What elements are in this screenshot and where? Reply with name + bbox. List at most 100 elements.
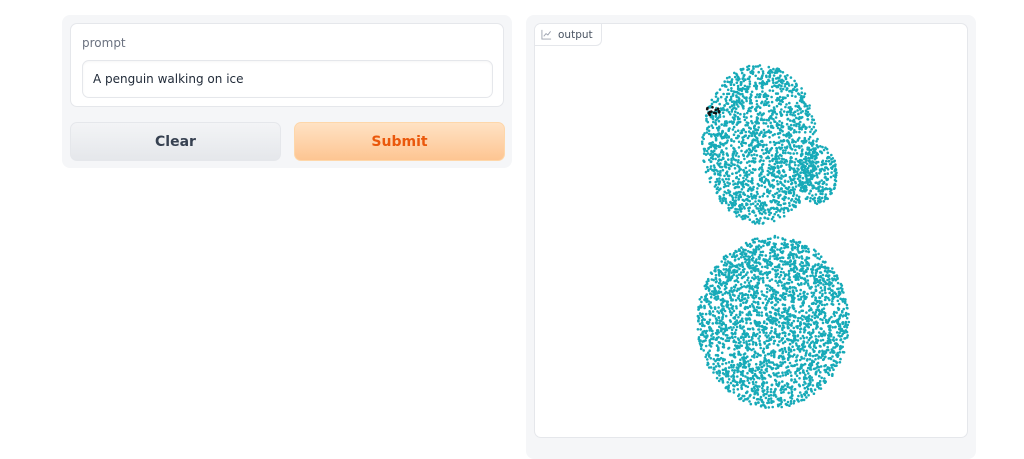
cloud-point	[732, 322, 735, 326]
cloud-point	[746, 379, 749, 382]
cloud-point	[756, 128, 760, 132]
prompt-input[interactable]	[82, 60, 493, 98]
cloud-point	[819, 327, 822, 330]
cloud-point	[727, 184, 730, 188]
submit-button[interactable]: Submit	[294, 122, 505, 161]
cloud-point	[778, 176, 782, 180]
cloud-point	[720, 201, 724, 205]
cloud-point	[720, 351, 724, 355]
cloud-point	[798, 350, 802, 353]
cloud-point	[739, 364, 742, 368]
cloud-point	[750, 303, 754, 306]
cloud-point	[716, 362, 720, 365]
cloud-point	[747, 311, 751, 315]
point-cloud-plot[interactable]	[535, 24, 968, 438]
cloud-point	[698, 322, 702, 326]
cloud-point	[738, 324, 742, 327]
cloud-point	[776, 76, 780, 80]
cloud-point	[742, 248, 745, 251]
cloud-point	[765, 273, 769, 277]
cloud-point	[758, 339, 761, 343]
cloud-point	[820, 196, 824, 200]
cloud-point	[783, 146, 787, 149]
cloud-point	[732, 183, 735, 186]
cloud-point	[738, 208, 741, 211]
cloud-point	[767, 399, 770, 402]
cloud-point	[803, 392, 806, 396]
cloud-point	[762, 376, 766, 380]
cloud-point	[759, 143, 762, 147]
cloud-point	[766, 195, 769, 198]
cloud-point	[718, 88, 722, 91]
cloud-point	[810, 285, 813, 289]
cloud-point	[780, 78, 784, 82]
cloud-point	[809, 366, 812, 369]
cloud-point	[814, 310, 818, 314]
cloud-point	[794, 276, 798, 280]
cloud-point	[816, 384, 820, 388]
cloud-point	[783, 161, 786, 165]
cloud-point	[796, 334, 800, 337]
cloud-point	[782, 271, 785, 274]
cloud-point	[740, 99, 744, 102]
cloud-point	[817, 368, 820, 372]
cloud-point	[778, 355, 781, 358]
cloud-point	[749, 245, 752, 249]
cloud-point	[804, 184, 807, 188]
cloud-point	[766, 390, 769, 394]
cloud-point	[765, 304, 768, 307]
cloud-point	[745, 183, 749, 186]
cloud-point	[710, 102, 714, 106]
cloud-point	[787, 348, 791, 352]
cloud-point	[746, 199, 750, 202]
cloud-point	[735, 307, 738, 310]
cloud-point	[791, 304, 794, 308]
clear-button[interactable]: Clear	[70, 122, 281, 161]
cloud-point	[819, 387, 823, 390]
cloud-point	[797, 164, 800, 167]
cloud-point	[814, 263, 817, 266]
cloud-point	[830, 171, 833, 174]
cloud-point	[783, 241, 786, 244]
cloud-point	[816, 145, 820, 149]
cloud-point	[703, 147, 707, 151]
cloud-point	[829, 333, 833, 336]
cloud-point	[763, 341, 766, 344]
cloud-point	[756, 286, 759, 290]
cloud-point	[750, 177, 754, 180]
cloud-point	[811, 161, 815, 164]
cloud-point	[707, 322, 710, 326]
cloud-point	[757, 296, 761, 300]
cloud-point	[742, 353, 746, 356]
cloud-point	[794, 197, 798, 200]
cloud-point	[791, 140, 795, 144]
cloud-point	[738, 88, 741, 92]
cloud-point	[733, 71, 736, 75]
cloud-point	[743, 217, 747, 220]
cloud-point	[801, 148, 804, 151]
cloud-point	[745, 170, 749, 174]
cloud-point	[742, 383, 746, 386]
cloud-point	[711, 322, 715, 325]
cloud-point	[815, 362, 819, 366]
cloud-point	[772, 195, 776, 199]
cloud-point	[789, 177, 792, 181]
cloud-point	[785, 382, 789, 385]
cloud-point	[789, 402, 793, 405]
cloud-point	[778, 336, 781, 339]
cloud-point	[727, 366, 731, 369]
cloud-point	[732, 384, 735, 387]
cloud-point	[790, 339, 794, 343]
cloud-point	[799, 171, 802, 174]
cloud-point	[758, 95, 762, 99]
cloud-point	[781, 169, 785, 173]
cloud-point	[715, 376, 719, 380]
cloud-point	[730, 87, 733, 90]
cloud-point	[790, 385, 794, 389]
cloud-point	[759, 217, 762, 220]
cloud-point	[793, 378, 797, 381]
cloud-point	[809, 130, 812, 134]
cloud-point	[768, 89, 772, 92]
cloud-point	[793, 161, 796, 164]
cloud-point	[800, 265, 803, 268]
